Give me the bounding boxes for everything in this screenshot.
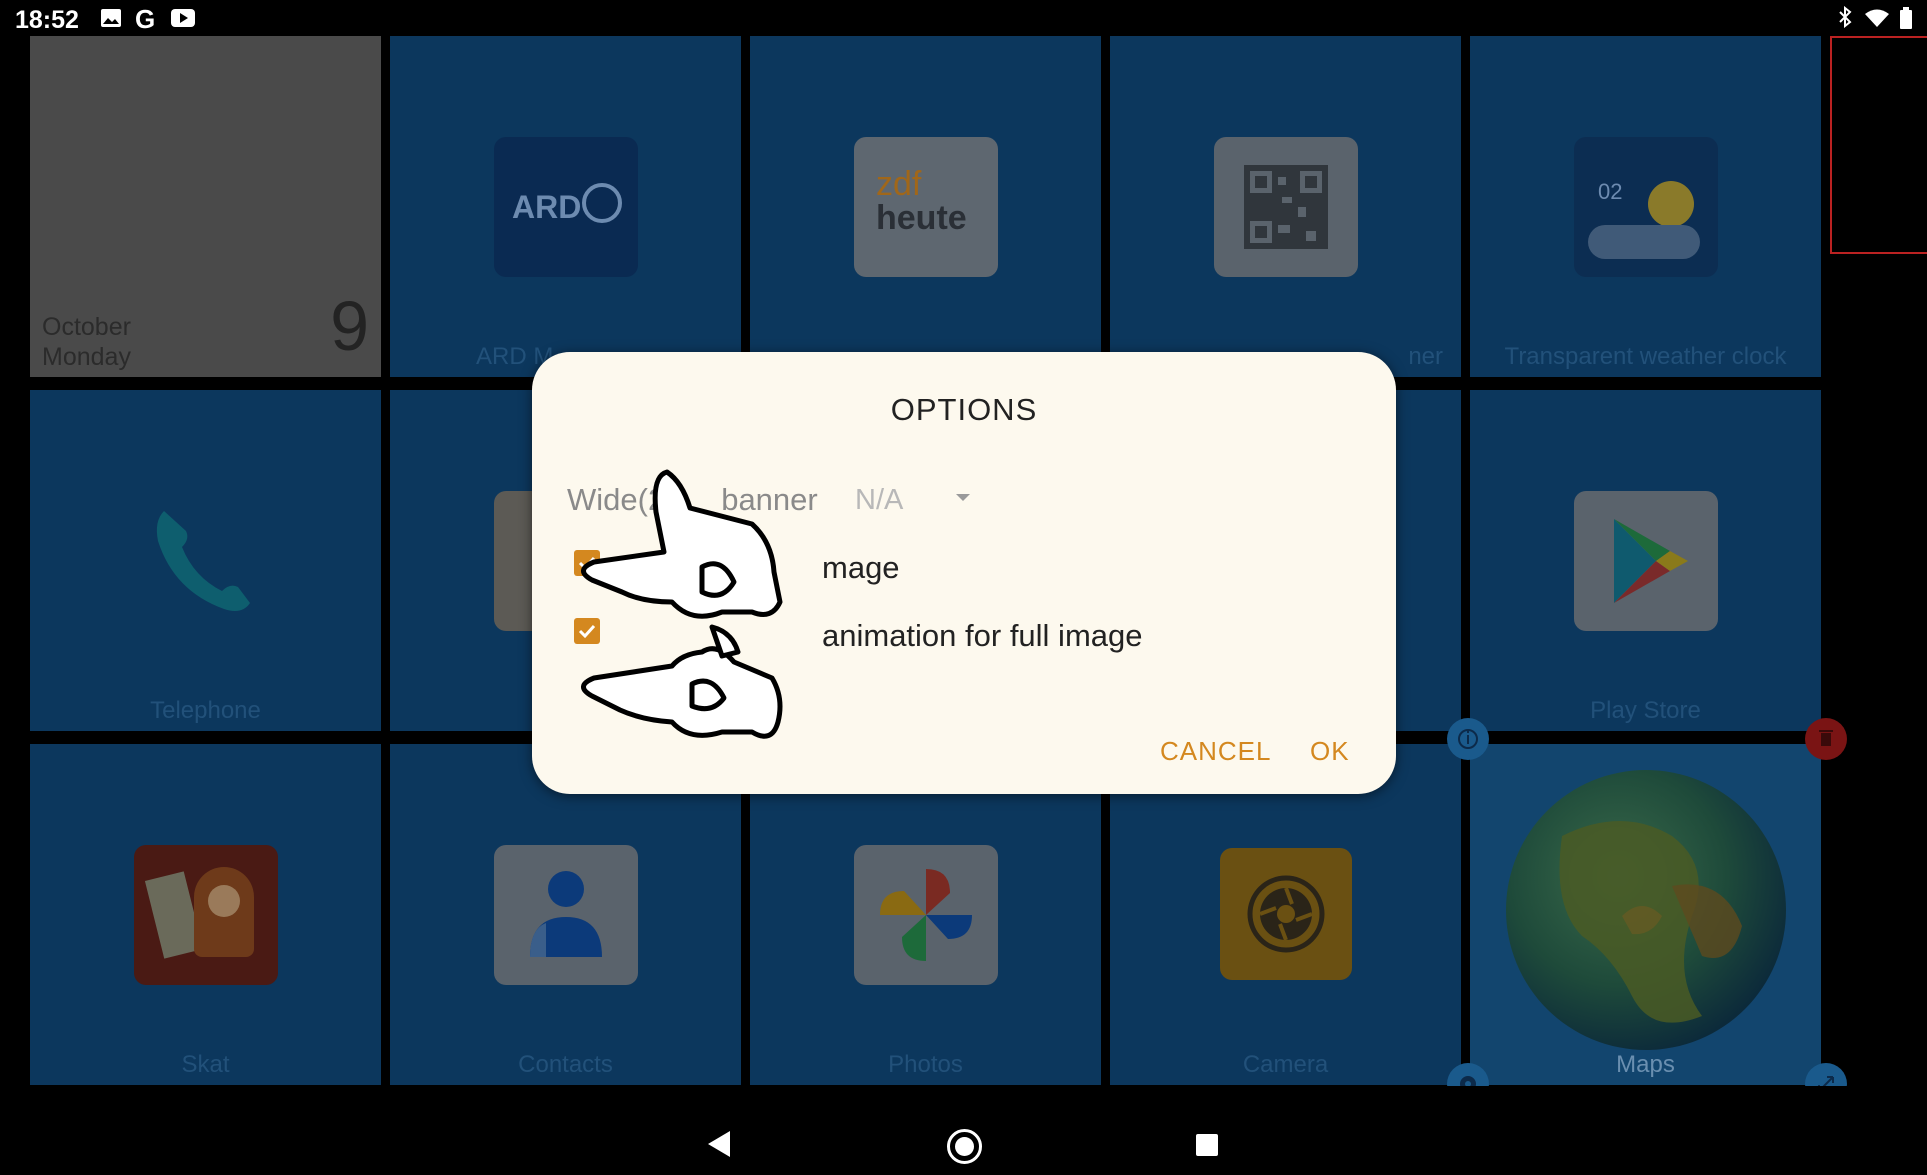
- cancel-button[interactable]: CANCEL: [1160, 736, 1271, 767]
- tile-play-store[interactable]: Play Store: [1470, 390, 1821, 731]
- calendar-day: 9: [330, 287, 369, 365]
- weather-icon: 02: [1574, 137, 1718, 277]
- zdf-icon: zdf heute: [854, 137, 998, 277]
- status-bar: 18:52 G: [0, 0, 1927, 36]
- battery-icon: [1900, 7, 1912, 34]
- info-icon[interactable]: [1447, 718, 1489, 760]
- tile-label: Play Store: [1590, 697, 1701, 724]
- tile-telephone[interactable]: Telephone: [30, 390, 381, 731]
- qr-code-icon: [1214, 137, 1358, 277]
- chevron-down-icon[interactable]: [956, 494, 970, 501]
- options-dialog: OPTIONS Wide(2 banner N/A mage animation …: [532, 352, 1396, 794]
- status-time: 18:52: [15, 6, 79, 34]
- selection-outline: [1830, 36, 1927, 254]
- tile-ard[interactable]: ARD ARD M: [390, 36, 741, 377]
- calendar-weekday: Monday: [42, 343, 131, 371]
- tile-maps[interactable]: Maps: [1470, 744, 1821, 1085]
- calendar-widget[interactable]: October Monday 9: [30, 36, 381, 377]
- aperture-icon: [1220, 848, 1352, 980]
- ok-button[interactable]: OK: [1310, 736, 1350, 767]
- wifi-icon: [1864, 8, 1890, 33]
- youtube-icon: [170, 8, 196, 33]
- pointing-hand-icon: [581, 469, 783, 739]
- tile-label: Skat: [181, 1051, 230, 1078]
- calendar-month: October: [42, 313, 131, 341]
- phone-icon: [134, 491, 278, 631]
- tile-label: Contacts: [518, 1051, 613, 1078]
- image-icon: [100, 8, 122, 33]
- tile-contacts[interactable]: Contacts: [390, 744, 741, 1085]
- tile-skat[interactable]: Skat: [30, 744, 381, 1085]
- tile-label: ner: [1408, 343, 1443, 370]
- tile-camera[interactable]: Camera: [1110, 744, 1461, 1085]
- home-icon[interactable]: [947, 1129, 982, 1164]
- option1-label: mage: [822, 550, 900, 585]
- pinwheel-icon: [854, 845, 998, 985]
- bluetooth-icon: [1838, 5, 1852, 33]
- wide-banner-select[interactable]: N/A: [855, 484, 903, 517]
- recent-apps-icon[interactable]: [1196, 1134, 1218, 1156]
- tile-label: Transparent weather clock: [1504, 343, 1787, 370]
- option2-label: animation for full image: [822, 618, 1143, 653]
- google-icon: G: [135, 4, 156, 34]
- card-game-icon: [134, 845, 278, 985]
- tile-qr-scanner[interactable]: ner: [1110, 36, 1461, 377]
- tile-label: Photos: [888, 1051, 963, 1078]
- tile-zdf-heute[interactable]: zdf heute: [750, 36, 1101, 377]
- delete-icon[interactable]: [1805, 718, 1847, 760]
- dialog-title: OPTIONS: [890, 392, 1038, 427]
- tile-label: Telephone: [150, 697, 261, 724]
- contact-icon: [494, 845, 638, 985]
- tile-label: Maps: [1616, 1051, 1675, 1078]
- tile-photos[interactable]: Photos: [750, 744, 1101, 1085]
- play-store-icon: [1574, 491, 1718, 631]
- tile-label: Camera: [1242, 1051, 1329, 1078]
- ard-icon: ARD: [494, 137, 638, 277]
- globe-icon: [1502, 766, 1790, 1054]
- tile-weather-clock[interactable]: 02 Transparent weather clock: [1470, 36, 1821, 377]
- back-icon[interactable]: [708, 1131, 730, 1157]
